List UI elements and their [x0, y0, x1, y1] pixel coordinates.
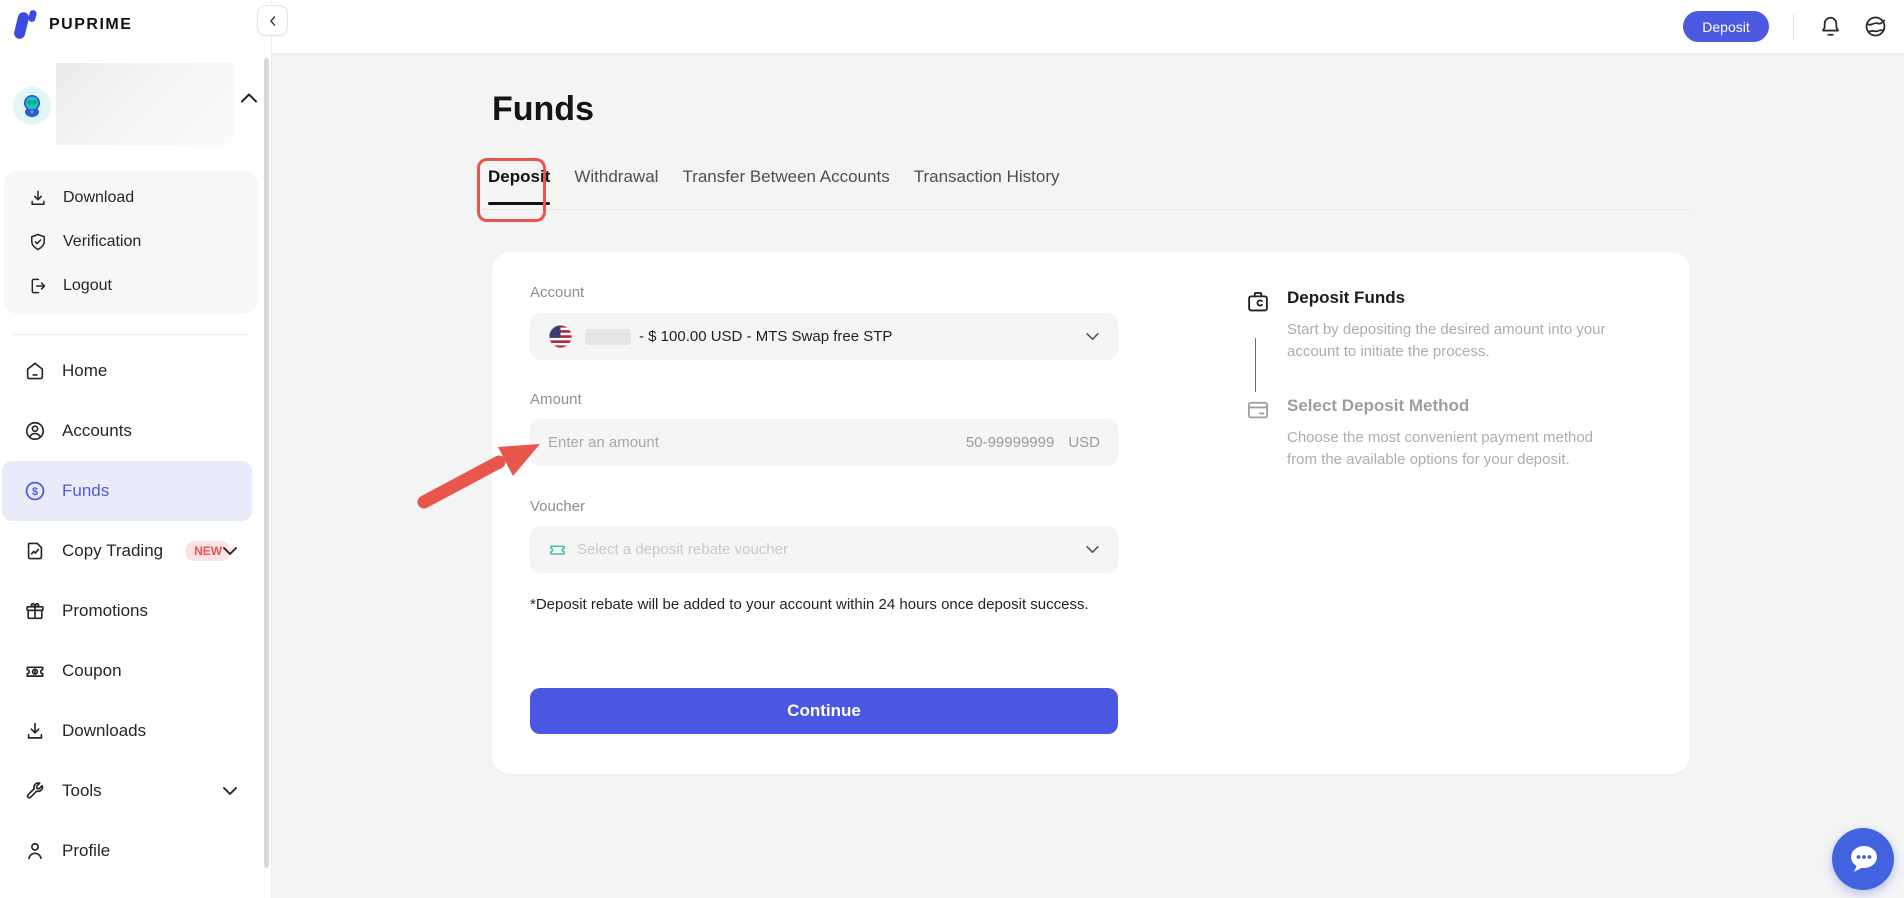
active-tab-underline — [488, 202, 550, 205]
funds-icon: $ — [24, 480, 46, 502]
step-description: Start by depositing the desired amount i… — [1287, 319, 1617, 363]
username-redacted — [56, 63, 233, 145]
sidebar-item-label: Profile — [62, 841, 110, 861]
brand-logo[interactable]: PUPRIME — [12, 9, 132, 41]
sidebar-item-accounts[interactable]: Accounts — [0, 401, 258, 461]
sidebar-item-copy-trading[interactable]: Copy Trading NEW — [0, 521, 258, 581]
tab-transfer-between-accounts[interactable]: Transfer Between Accounts — [682, 167, 889, 205]
voucher-label: Voucher — [530, 498, 585, 515]
account-number-redacted — [585, 329, 631, 345]
deposit-rebate-note: *Deposit rebate will be added to your ac… — [530, 596, 1089, 613]
sidebar-item-label: Home — [62, 361, 107, 381]
tab-transaction-history[interactable]: Transaction History — [914, 167, 1060, 205]
sidebar-collapse-button[interactable] — [257, 5, 288, 36]
chevron-down-icon — [1085, 332, 1100, 341]
sidebar-item-tools[interactable]: Tools — [0, 761, 258, 821]
menu-item-label: Logout — [63, 277, 112, 295]
chevron-down-icon — [222, 786, 238, 796]
us-flag-icon — [548, 324, 573, 349]
brand-name: PUPRIME — [49, 16, 132, 34]
amount-currency: USD — [1068, 434, 1100, 451]
step-connector-line — [1255, 338, 1256, 392]
bell-icon — [1818, 14, 1843, 39]
svg-text:$: $ — [32, 486, 38, 498]
sidebar-item-label: Downloads — [62, 721, 146, 741]
sidebar-item-coupon[interactable]: Coupon — [0, 641, 258, 701]
amount-field: 50-99999999 USD — [530, 419, 1118, 466]
gift-icon — [24, 600, 46, 622]
continue-button[interactable]: Continue — [530, 688, 1118, 734]
account-menu: Download Verification Logout — [4, 170, 258, 314]
sidebar: PUPRIME Download — [0, 0, 272, 898]
avatar — [13, 87, 51, 125]
home-icon — [24, 360, 46, 382]
sidebar-item-downloads[interactable]: Downloads — [0, 701, 258, 761]
language-button[interactable] — [1863, 14, 1888, 39]
sidebar-item-promotions[interactable]: Promotions — [0, 581, 258, 641]
tabs-divider — [480, 209, 1690, 210]
brand-logo-icon — [12, 9, 40, 41]
sidebar-nav: Home Accounts $ Funds — [0, 341, 258, 881]
notifications-button[interactable] — [1818, 14, 1843, 39]
ticket-icon — [548, 540, 567, 559]
step-description: Choose the most convenient payment metho… — [1287, 427, 1617, 471]
account-label: Account — [530, 284, 584, 301]
chat-fab-button[interactable] — [1832, 828, 1894, 890]
account-select[interactable]: - $ 100.00 USD - MTS Swap free STP — [530, 313, 1118, 360]
menu-item-label: Download — [63, 189, 134, 207]
step-deposit-funds: Deposit Funds Start by depositing the de… — [1245, 288, 1645, 363]
sidebar-scrollbar[interactable] — [264, 58, 269, 868]
sidebar-item-funds[interactable]: $ Funds — [2, 461, 252, 521]
amount-range-hint: 50-99999999 — [966, 434, 1054, 451]
sidebar-item-label: Tools — [62, 781, 102, 801]
user-profile[interactable] — [0, 60, 258, 150]
header-divider — [1793, 14, 1794, 40]
voucher-select-placeholder: Select a deposit rebate voucher — [577, 541, 788, 558]
chevron-down-icon — [222, 546, 238, 556]
funds-tabs: Deposit Withdrawal Transfer Between Acco… — [488, 167, 1060, 205]
amount-label: Amount — [530, 391, 582, 408]
top-bar: Deposit — [272, 0, 1904, 54]
globe-icon — [1863, 14, 1888, 39]
payment-card-icon — [1245, 397, 1271, 423]
sidebar-item-profile[interactable]: Profile — [0, 821, 258, 881]
sidebar-item-label: Copy Trading — [62, 541, 163, 561]
chevron-up-icon[interactable] — [240, 92, 258, 104]
sidebar-item-label: Promotions — [62, 601, 148, 621]
tab-deposit[interactable]: Deposit — [488, 167, 550, 205]
download-icon — [24, 720, 46, 742]
coupon-icon — [24, 660, 46, 682]
sidebar-item-label: Coupon — [62, 661, 122, 681]
wrench-icon — [24, 780, 46, 802]
sidebar-item-label: Funds — [62, 481, 109, 501]
step-select-deposit-method: Select Deposit Method Choose the most co… — [1245, 396, 1645, 471]
accounts-icon — [24, 420, 46, 442]
sidebar-item-home[interactable]: Home — [0, 341, 258, 401]
menu-item-verification[interactable]: Verification — [4, 220, 258, 264]
deposit-card: Account - — [492, 252, 1690, 774]
deposit-box-icon — [1245, 289, 1271, 315]
page-title: Funds — [492, 90, 594, 129]
chevron-down-icon — [1085, 545, 1100, 554]
menu-item-download[interactable]: Download — [4, 176, 258, 220]
sidebar-divider — [12, 334, 248, 335]
account-select-value: - $ 100.00 USD - MTS Swap free STP — [639, 328, 892, 345]
header-deposit-button[interactable]: Deposit — [1683, 11, 1769, 42]
amount-input[interactable] — [548, 434, 966, 451]
logout-icon — [28, 276, 48, 296]
person-icon — [24, 840, 46, 862]
chat-bubble-icon — [1845, 843, 1881, 875]
copy-trading-icon — [24, 540, 46, 562]
step-title: Deposit Funds — [1287, 288, 1645, 308]
menu-item-label: Verification — [63, 233, 141, 251]
tab-withdrawal[interactable]: Withdrawal — [574, 167, 658, 205]
shield-check-icon — [28, 232, 48, 252]
step-title: Select Deposit Method — [1287, 396, 1645, 416]
menu-item-logout[interactable]: Logout — [4, 264, 258, 308]
download-icon — [28, 188, 48, 208]
sidebar-item-label: Accounts — [62, 421, 132, 441]
main-content: Funds Deposit Withdrawal Transfer Betwee… — [272, 54, 1904, 898]
voucher-select[interactable]: Select a deposit rebate voucher — [530, 526, 1118, 573]
